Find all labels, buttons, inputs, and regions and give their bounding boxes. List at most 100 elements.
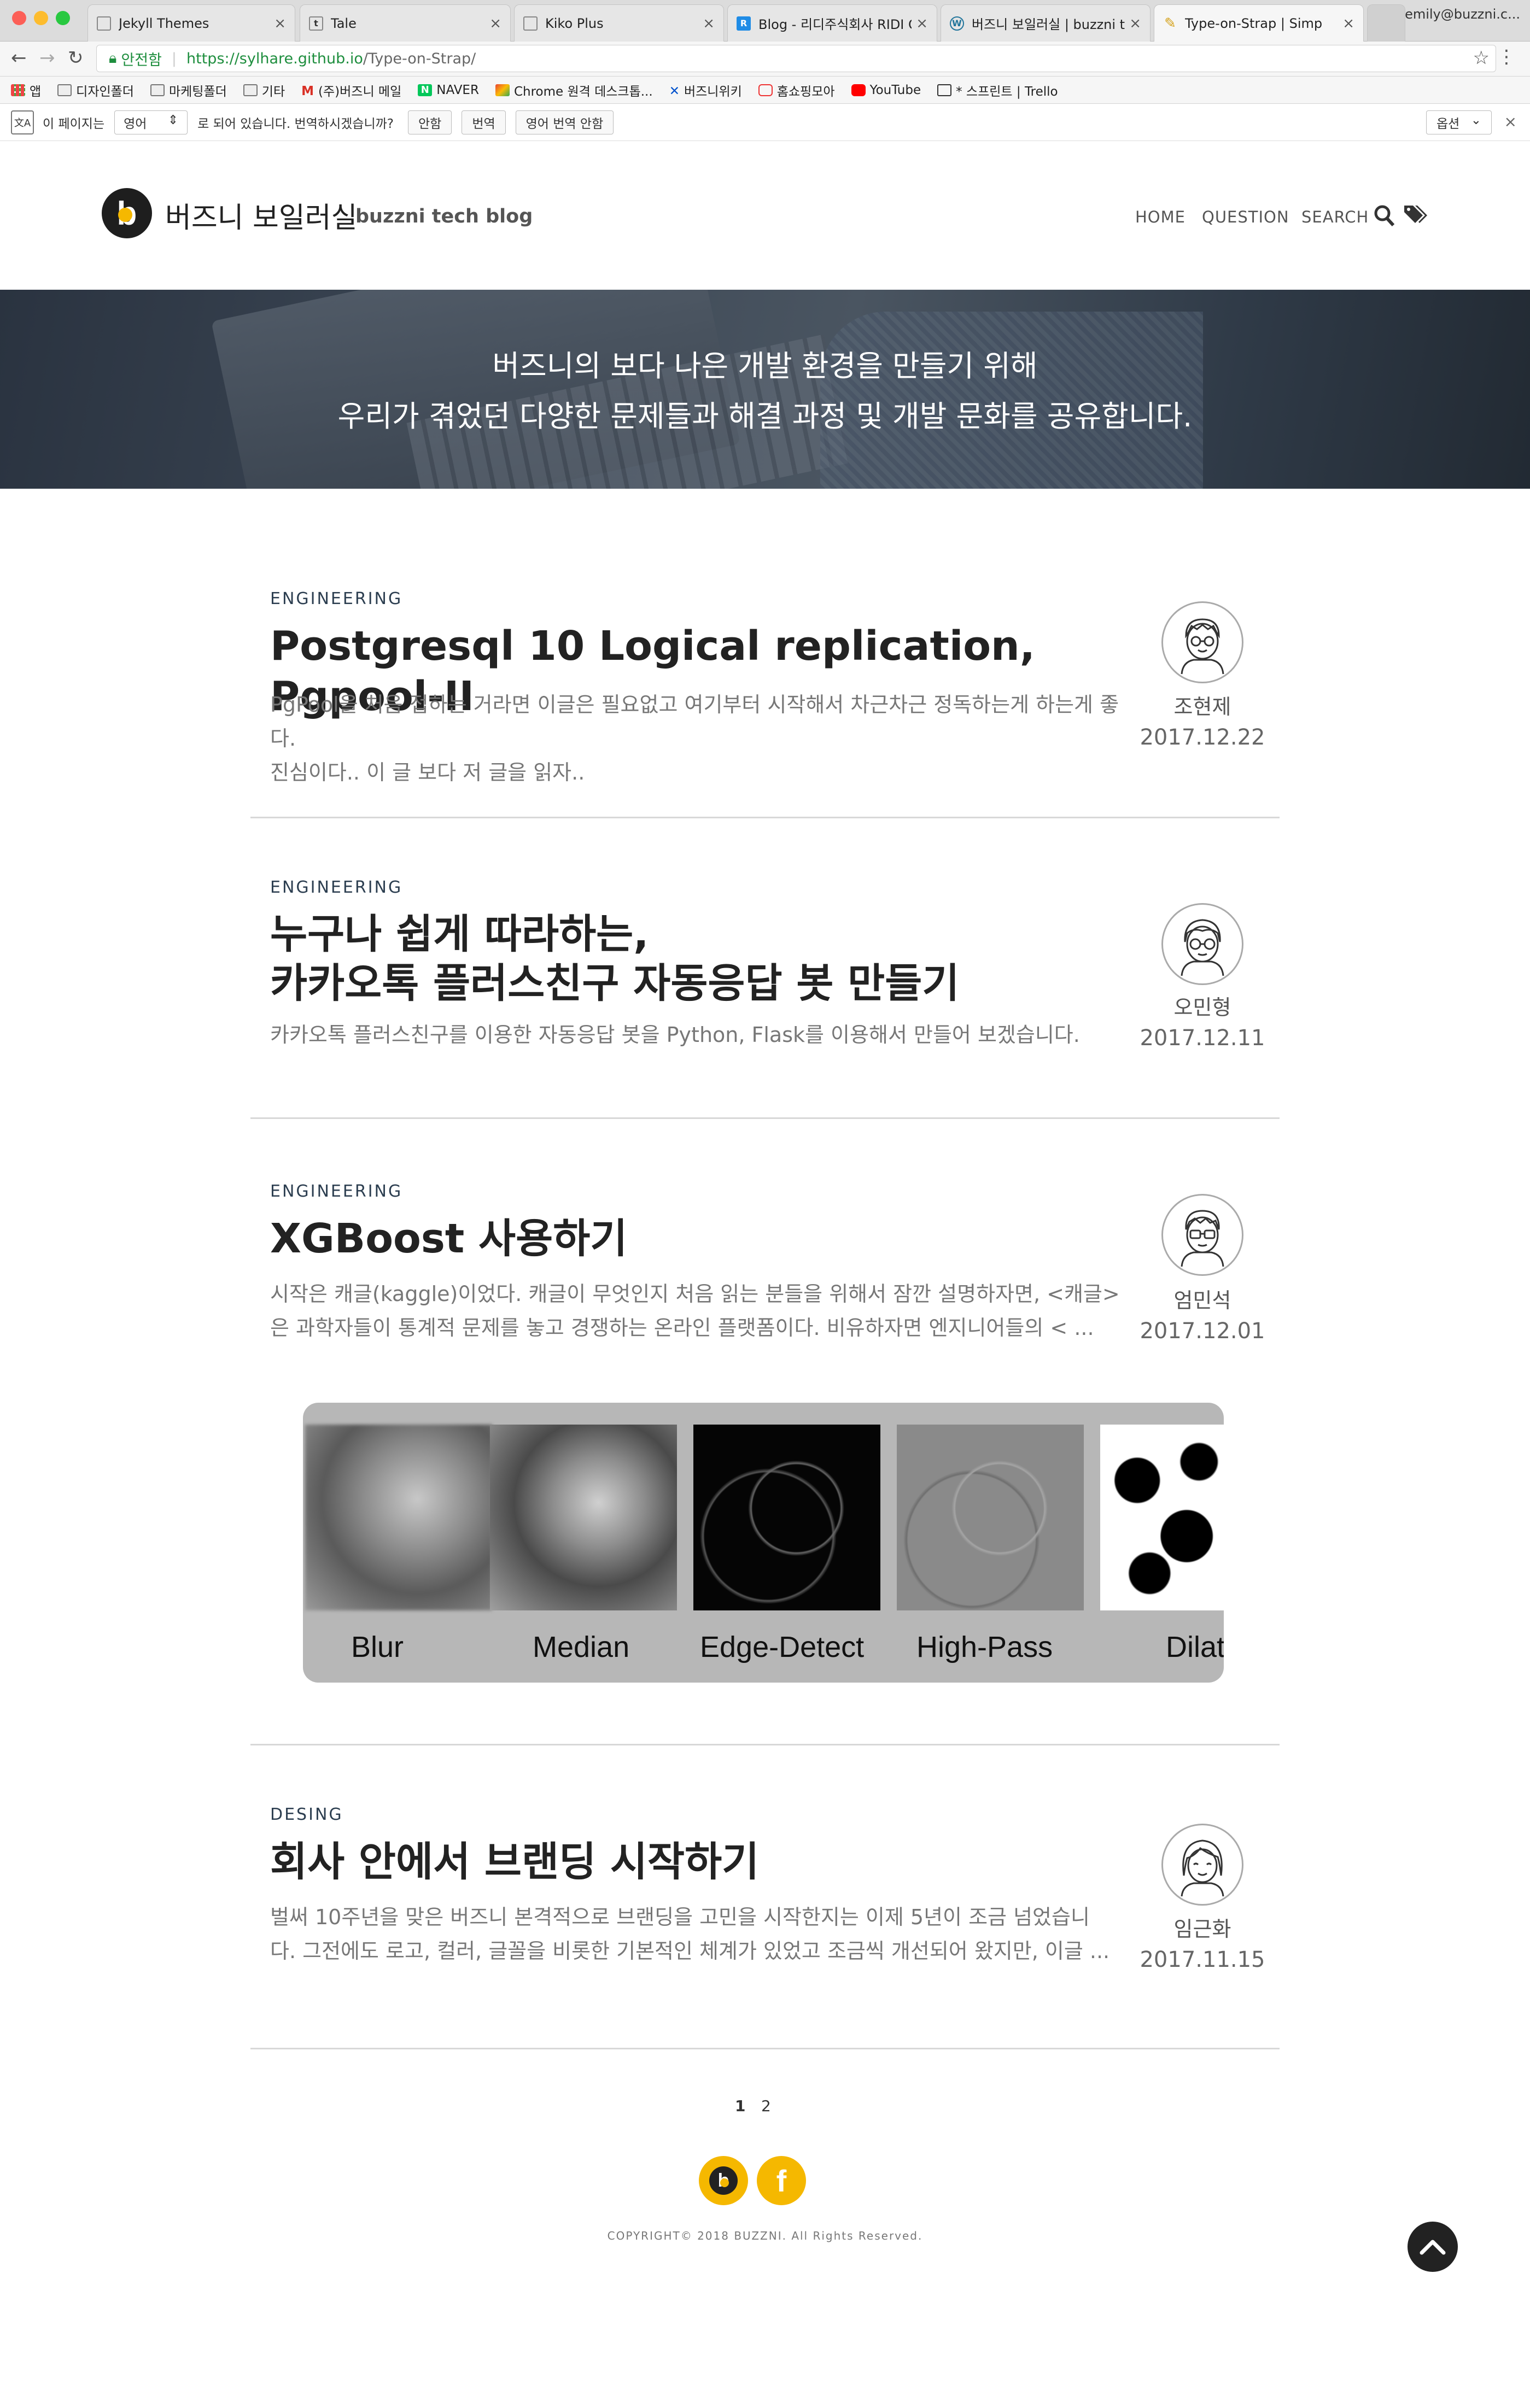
- apps-grid-icon: [11, 84, 25, 96]
- post-excerpt: PgPool을 처음 접하는 거라면 이글은 필요없고 여기부터 시작해서 차근…: [270, 693, 1119, 784]
- bookmark-folder[interactable]: 마케팅폴더: [150, 81, 227, 99]
- bookmark-star-icon[interactable]: ☆: [1473, 47, 1490, 69]
- never-translate-button[interactable]: 영어 번역 안함: [515, 110, 614, 134]
- lock-icon: 🔒︎: [109, 50, 117, 67]
- hsmoa-icon: [758, 84, 773, 96]
- page-1-link[interactable]: 1: [735, 2097, 745, 2115]
- chevron-up-icon: [1420, 2240, 1446, 2255]
- url-host: https://sylhare.github.io: [186, 50, 363, 67]
- copyright: COPYRIGHT© 2018 BUZZNI. All Rights Reser…: [607, 2229, 923, 2242]
- browser-tab[interactable]: Kiko Plus ×: [514, 4, 724, 42]
- tab-title: 버즈니 보일러실 | buzzni te: [972, 17, 1125, 32]
- hero-text: 버즈니의 보다 나은 개발 환경을 만들기 위해 우리가 겪었던 다양한 문제들…: [0, 341, 1530, 442]
- confluence-icon: ✕: [669, 84, 680, 98]
- bookmark-link[interactable]: 홈쇼핑모아: [758, 81, 835, 99]
- post-item: ENGINEERING Postgresql 10 Logical replic…: [250, 574, 1280, 820]
- filter-image-dilate: [1100, 1425, 1224, 1610]
- translate-no-button[interactable]: 안함: [407, 110, 452, 134]
- filter-image-blur: [305, 1425, 492, 1610]
- folder-icon: [57, 84, 72, 96]
- language-select[interactable]: 영어 ⇕: [114, 110, 188, 134]
- filter-label: Edge-Detect: [700, 1631, 865, 1663]
- bookmark-link[interactable]: N NAVER: [418, 83, 479, 97]
- bookmark-folder[interactable]: 디자인폴더: [57, 81, 134, 99]
- bookmark-link[interactable]: * 스프린트 | Trello: [937, 81, 1058, 99]
- translate-bar: 文A 이 페이지는 영어 ⇕ 로 되어 있습니다. 번역하시겠습니까? 안함 번역…: [0, 104, 1530, 141]
- translate-question: 로 되어 있습니다. 번역하시겠습니까?: [197, 116, 394, 131]
- wordpress-icon: W: [950, 16, 964, 31]
- browser-tab[interactable]: W 버즈니 보일러실 | buzzni te ×: [941, 4, 1151, 42]
- browser-tab[interactable]: R Blog - 리디주식회사 RIDI Co ×: [727, 4, 937, 42]
- nav-home[interactable]: HOME: [1135, 208, 1186, 226]
- image-filter-examples: Blur Median Edge-Detect High-Pass Dilat: [303, 1403, 1224, 1683]
- back-arrow-icon[interactable]: ←: [11, 47, 27, 69]
- close-tab-icon[interactable]: ×: [274, 15, 286, 32]
- close-tab-icon[interactable]: ×: [1342, 15, 1354, 32]
- close-tab-icon[interactable]: ×: [916, 15, 928, 32]
- logo-dot: [118, 208, 132, 222]
- close-tab-icon[interactable]: ×: [489, 15, 501, 32]
- translate-button[interactable]: 번역: [462, 110, 506, 134]
- buzzni-logo[interactable]: b: [102, 188, 152, 238]
- reload-icon[interactable]: ↻: [68, 47, 84, 69]
- post-divider: [250, 1117, 1280, 1119]
- author-avatar[interactable]: [1161, 601, 1243, 683]
- tab-title: Blog - 리디주식회사 RIDI Co: [758, 17, 912, 32]
- close-tab-icon[interactable]: ×: [703, 15, 715, 32]
- bookmark-link[interactable]: ✕ 버즈니위키: [669, 81, 742, 99]
- search-icon[interactable]: [1374, 203, 1395, 233]
- bookmark-apps[interactable]: 앱: [11, 81, 41, 99]
- post-date: 2017.11.15: [1140, 1947, 1265, 1972]
- close-tab-icon[interactable]: ×: [1129, 15, 1141, 32]
- post-author: 조현제: [1173, 695, 1231, 719]
- minimize-window-button[interactable]: [34, 11, 48, 25]
- bookmark-link[interactable]: YouTube: [851, 83, 921, 97]
- scroll-to-top-button[interactable]: [1408, 2222, 1458, 2272]
- nav-question[interactable]: QUESTION: [1202, 208, 1289, 226]
- tags-icon[interactable]: [1403, 203, 1428, 233]
- post-category[interactable]: DESING: [270, 1805, 343, 1824]
- site-subtitle: buzzni tech blog: [355, 206, 533, 227]
- pencil-icon: ✎: [1164, 15, 1176, 32]
- browser-tab-bar: Jekyll Themes × t Tale × Kiko Plus × R B…: [0, 0, 1530, 42]
- bookmark-link[interactable]: M (주)버즈니 메일: [301, 81, 401, 99]
- url-field[interactable]: 🔒︎ 안전함 | https://sylhare.github.io /Type…: [96, 45, 1496, 72]
- bookmark-link[interactable]: Chrome 원격 데스크톱...: [495, 81, 653, 99]
- forward-arrow-icon[interactable]: →: [39, 47, 55, 69]
- chrome-remote-icon: [495, 84, 510, 96]
- facebook-button[interactable]: f: [757, 2156, 806, 2205]
- close-icon[interactable]: ×: [1504, 113, 1517, 131]
- hero-line-1: 버즈니의 보다 나은 개발 환경을 만들기 위해: [492, 349, 1038, 383]
- site-header: b 버즈니 보일러실 buzzni tech blog HOME QUESTIO…: [0, 141, 1530, 290]
- post-date: 2017.12.11: [1140, 1026, 1265, 1051]
- browser-tab[interactable]: Jekyll Themes ×: [87, 4, 295, 42]
- post-excerpt: 카카오톡 플러스친구를 이용한 자동응답 봇을 Python, Flask를 이…: [270, 1023, 1080, 1047]
- post-title[interactable]: 회사 안에서 브랜딩 시작하기: [270, 1837, 1090, 1887]
- filter-label: Median: [533, 1631, 630, 1663]
- post-category[interactable]: ENGINEERING: [270, 1182, 402, 1201]
- translate-options-select[interactable]: 옵션 ⌄: [1426, 110, 1492, 134]
- naver-icon: N: [418, 84, 433, 96]
- browser-tab[interactable]: t Tale ×: [300, 4, 511, 42]
- post-title[interactable]: 누구나 쉽게 따라하는, 카카오톡 플러스친구 자동응답 봇 만들기: [270, 910, 1090, 1008]
- post-category[interactable]: ENGINEERING: [270, 589, 402, 608]
- buzzni-logo-icon: b: [709, 2166, 738, 2195]
- profile-name[interactable]: emily@buzzni.c...: [1405, 7, 1520, 22]
- author-avatar[interactable]: [1161, 1824, 1243, 1906]
- site-title[interactable]: 버즈니 보일러실: [165, 195, 357, 236]
- more-menu-icon[interactable]: ⋮: [1497, 46, 1516, 68]
- author-avatar[interactable]: [1161, 1194, 1243, 1276]
- new-tab-button[interactable]: [1367, 4, 1405, 42]
- post-category[interactable]: ENGINEERING: [270, 878, 402, 897]
- close-window-button[interactable]: [12, 11, 26, 25]
- page-2-link[interactable]: 2: [761, 2097, 771, 2115]
- bookmark-folder[interactable]: 기타: [243, 81, 285, 99]
- zoom-window-button[interactable]: [56, 11, 70, 25]
- post-divider: [250, 2048, 1280, 2049]
- author-avatar[interactable]: [1161, 903, 1243, 985]
- security-label: 안전함: [121, 51, 162, 69]
- nav-search[interactable]: SEARCH: [1301, 208, 1369, 226]
- post-title[interactable]: XGBoost 사용하기: [270, 1214, 1090, 1264]
- browser-tab-active[interactable]: ✎ Type-on-Strap | Simp ×: [1154, 4, 1364, 42]
- buzzni-social-button[interactable]: b: [699, 2156, 748, 2205]
